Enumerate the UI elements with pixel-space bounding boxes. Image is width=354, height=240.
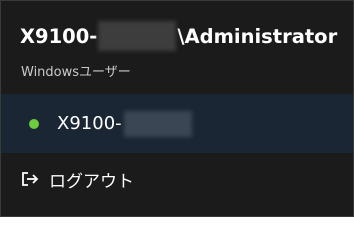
logout-label: ログアウト [49,171,134,192]
account-name: X9100- [57,110,192,137]
user-header: X9100- \Administrator Windowsユーザー [1,1,353,93]
sign-out-icon [22,172,39,186]
account-item[interactable]: X9100- [1,94,353,153]
redacted-name-block [98,21,177,51]
user-name-suffix: \Administrator [177,24,338,48]
account-name-prefix: X9100- [57,113,122,134]
user-name-prefix: X9100- [20,24,98,48]
user-display-name: X9100- \Administrator [20,19,337,53]
logout-button[interactable]: ログアウト [1,154,353,204]
online-status-icon [29,118,39,129]
user-type-label: Windowsユーザー [21,65,131,80]
redacted-account-block [123,110,192,137]
account-menu: X9100- \Administrator Windowsユーザー X9100-… [0,0,354,217]
